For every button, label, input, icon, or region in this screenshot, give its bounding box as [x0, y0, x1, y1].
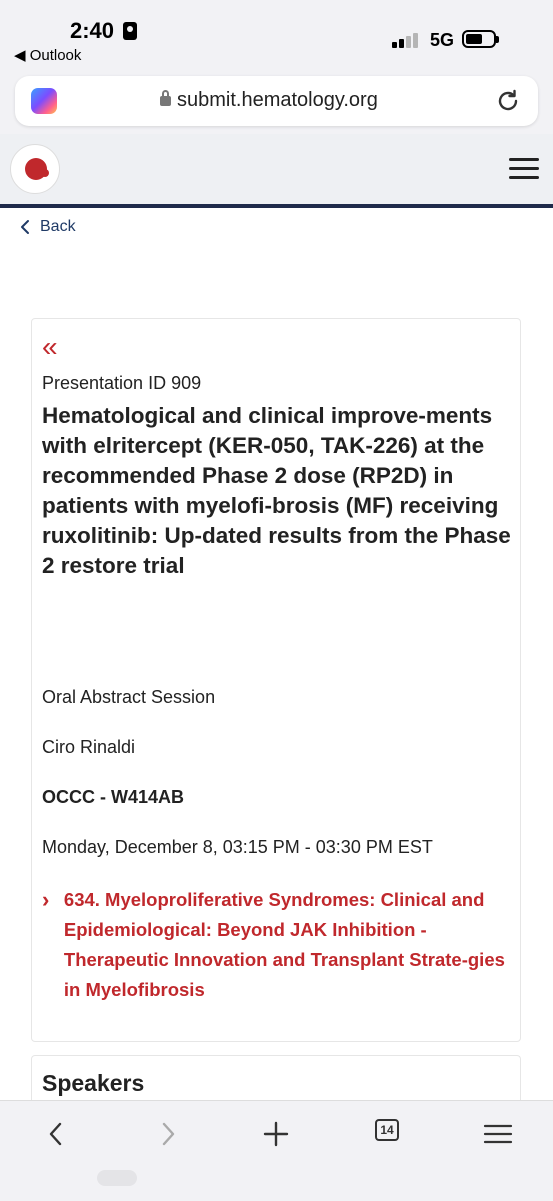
browser-toolbar: 14	[0, 1100, 553, 1201]
society-logo[interactable]	[10, 144, 60, 194]
back-arrow-icon[interactable]	[40, 1119, 76, 1149]
menu-icon[interactable]	[509, 158, 539, 180]
session-datetime: Monday, December 8, 03:15 PM - 03:30 PM …	[42, 837, 433, 857]
session-track-label: 634. Myeloproliferative Syndromes: Clini…	[63, 889, 505, 1000]
cellular-signal-icon	[392, 32, 422, 48]
presenter-name: Ciro Rinaldi	[42, 737, 136, 757]
reload-icon[interactable]	[495, 88, 521, 114]
collapse-icon[interactable]: «	[42, 333, 58, 361]
status-bar: 2:40 ◀ Outlook 5G	[0, 0, 553, 72]
back-link[interactable]: Back	[20, 218, 76, 236]
menu-lines-icon[interactable]	[480, 1119, 516, 1149]
speakers-heading: Speakers	[42, 1070, 145, 1096]
network-type: 5G	[430, 30, 455, 50]
abstract-card: « Presentation ID 909 Hematological and …	[31, 318, 521, 1042]
tab-count-button[interactable]: 14	[375, 1119, 399, 1141]
url-text[interactable]: submit.hematology.org	[177, 89, 378, 112]
battery-icon	[462, 30, 499, 48]
session-track-link[interactable]: › 634. Myeloproliferative Syndromes: Cli…	[42, 885, 512, 1005]
forward-arrow-icon[interactable]	[150, 1119, 186, 1149]
site-header	[0, 134, 553, 208]
status-time: 2:40	[70, 18, 115, 43]
address-bar[interactable]: submit.hematology.org	[15, 76, 538, 126]
presentation-id: Presentation ID 909	[42, 373, 202, 393]
id-badge-icon	[123, 22, 137, 40]
session-type: Oral Abstract Session	[42, 687, 216, 707]
lock-icon	[160, 90, 171, 106]
location: OCCC - W414AB	[42, 787, 185, 807]
copilot-icon[interactable]	[31, 88, 57, 114]
logo-mark-small	[41, 169, 49, 177]
abstract-title: Hematological and clinical improve-ments…	[42, 403, 511, 578]
back-to-app-link[interactable]: ◀ Outlook	[14, 46, 81, 64]
chevron-right-icon: ›	[42, 887, 50, 912]
new-tab-icon[interactable]	[258, 1119, 294, 1149]
chevron-left-icon	[21, 220, 29, 234]
home-indicator	[97, 1170, 137, 1186]
back-label: Back	[40, 218, 76, 235]
browser-address-area: submit.hematology.org	[0, 72, 553, 134]
